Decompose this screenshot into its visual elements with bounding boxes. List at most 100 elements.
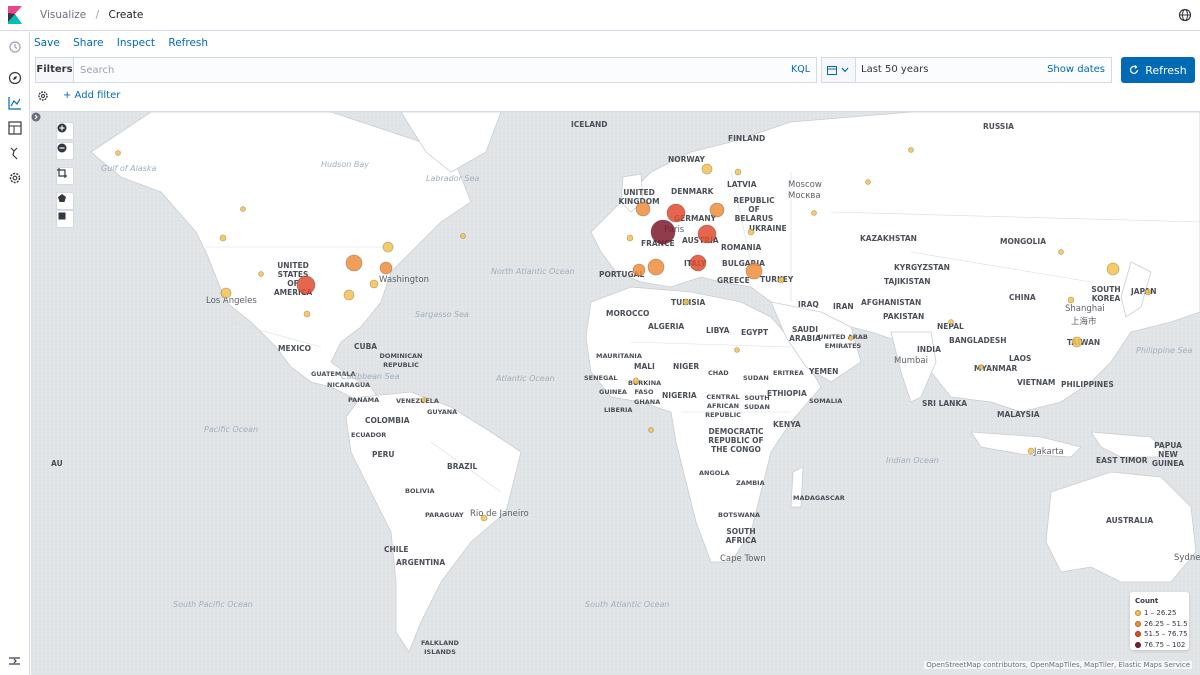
top-nav-menu: Save Share Inspect Refresh	[34, 37, 218, 49]
label-pakistan: PAKISTAN	[883, 312, 925, 321]
dock-nav-icon[interactable]	[8, 654, 22, 668]
ocean-hudson: Hudson Bay	[321, 160, 369, 169]
label-kazakhstan: KAZAKHSTAN	[860, 234, 917, 243]
dev-tools-wrench-icon[interactable]	[8, 146, 22, 160]
label-zambia: ZAMBIA	[736, 479, 765, 487]
refresh-button[interactable]: Refresh	[1121, 57, 1195, 83]
coordinate-map[interactable]: RUSSIA FINLAND ICELAND NORWAY DENMARK UN…	[31, 111, 1200, 675]
ocean-south-atlantic: South Atlantic Ocean	[585, 600, 670, 609]
discover-compass-icon[interactable]	[8, 71, 22, 85]
city-jakarta: Jakarta	[1034, 447, 1064, 457]
city-cape-town: Cape Town	[720, 554, 766, 564]
ocean-south-pacific: South Pacific Ocean	[173, 600, 253, 609]
label-kyrgyzstan: KYRGYZSTAN	[894, 263, 950, 272]
add-filter-button[interactable]: + Add filter	[63, 90, 120, 101]
city-washington: Washington	[379, 275, 429, 285]
label-denmark: DENMARK	[671, 187, 714, 196]
crop-icon	[57, 168, 67, 178]
label-morocco: MOROCCO	[606, 309, 650, 318]
legend-swatch	[1135, 641, 1141, 648]
show-dates-link[interactable]: Show dates	[1047, 64, 1105, 75]
draw-polygon-button[interactable]	[56, 192, 74, 210]
label-algeria: ALGERIA	[648, 322, 685, 331]
label-uk: UNITED KINGDOM	[618, 188, 660, 206]
share-button[interactable]: Share	[73, 37, 103, 49]
city-shanghai: Shanghai	[1065, 304, 1105, 314]
city-paris: Paris	[664, 225, 685, 235]
legend-swatch	[1135, 631, 1141, 638]
breadcrumb: Visualize / Create	[40, 9, 143, 21]
label-germany: GERMANY	[674, 214, 717, 223]
breadcrumb-visualize[interactable]: Visualize	[40, 9, 86, 21]
label-japan: JAPAN	[1131, 287, 1157, 296]
label-finland: FINLAND	[728, 134, 766, 143]
legend-item: 76.75 – 102	[1135, 640, 1186, 651]
label-austria: AUSTRIA	[682, 236, 719, 245]
draw-rectangle-button[interactable]	[56, 210, 74, 228]
ocean-indian: Indian Ocean	[886, 456, 939, 465]
label-madagascar: MADAGASCAR	[793, 494, 845, 502]
dashboard-icon[interactable]	[8, 121, 22, 135]
label-venezuela: VENEZUELA	[396, 397, 439, 405]
visualize-chart-icon[interactable]	[8, 96, 22, 110]
inspect-button[interactable]: Inspect	[117, 37, 155, 49]
label-uae: UNITED ARAB EMIRATES	[818, 333, 868, 350]
date-range-text[interactable]: Last 50 years	[861, 64, 928, 75]
label-bulgaria: BULGARIA	[722, 259, 765, 268]
zoom-in-button[interactable]	[56, 122, 74, 140]
zoom-out-button[interactable]	[56, 142, 74, 160]
legend-label: 76.75 – 102	[1144, 640, 1186, 649]
map-attribution[interactable]: OpenStreetMap contributors, OpenMapTiles…	[924, 661, 1192, 669]
label-au: AU	[51, 459, 63, 468]
label-botswana: BOTSWANA	[718, 511, 760, 519]
label-sri-lanka: SRI LANKA	[922, 399, 968, 408]
recent-clock-icon[interactable]	[8, 40, 22, 54]
label-brazil: BRAZIL	[447, 462, 478, 471]
kql-toggle[interactable]: KQL	[791, 64, 810, 75]
label-niger: NIGER	[673, 362, 700, 371]
filter-options-gear-icon[interactable]	[37, 90, 49, 102]
label-eritrea: ERITREA	[773, 369, 804, 377]
label-belarus: REPUBLIC OF BELARUS	[733, 196, 775, 223]
fit-bounds-button[interactable]	[56, 167, 74, 185]
help-globe-icon[interactable]	[1178, 8, 1192, 22]
label-kenya: KENYA	[773, 420, 801, 429]
label-norway: NORWAY	[668, 155, 705, 164]
label-nicaragua: NICARAGUA	[327, 381, 371, 389]
label-argentina: ARGENTINA	[396, 558, 446, 567]
legend-label: 1 – 26.25	[1144, 609, 1177, 618]
city-shanghai-cn: 上海市	[1071, 317, 1097, 327]
kibana-logo-icon[interactable]	[6, 6, 24, 24]
refresh-icon	[1130, 65, 1139, 74]
label-ghana: GHANA	[634, 398, 661, 406]
refresh-link[interactable]: Refresh	[168, 37, 208, 49]
label-usa: UNITED STATES OF AMERICA	[273, 261, 313, 297]
label-romania: ROMANIA	[721, 243, 762, 252]
label-guinea: GUINEA	[599, 388, 627, 396]
label-car: CENTRAL AFRICAN REPUBLIC	[705, 393, 741, 419]
label-greece: GREECE	[717, 276, 750, 285]
city-sydney: Sydne	[1174, 553, 1200, 563]
label-italy: ITALY	[684, 259, 707, 268]
search-input[interactable]	[76, 59, 776, 81]
label-angola: ANGOLA	[699, 469, 730, 477]
label-taiwan: TAIWAN	[1067, 338, 1101, 347]
label-burkina: BURKINA FASO	[628, 379, 662, 396]
label-laos: LAOS	[1009, 354, 1032, 363]
label-ethiopia: ETHIOPIA	[767, 389, 807, 398]
ocean-caribbean: Caribbean Sea	[341, 372, 400, 381]
sidebar-collapse-icon[interactable]	[31, 112, 41, 122]
label-india: INDIA	[917, 345, 941, 354]
label-latvia: LATVIA	[727, 180, 757, 189]
management-gear-icon[interactable]	[8, 171, 22, 185]
ocean-north-atlantic: North Atlantic Ocean	[491, 267, 575, 276]
save-button[interactable]: Save	[34, 37, 60, 49]
label-ukraine: UKRAINE	[749, 224, 787, 233]
legend-swatch	[1135, 620, 1141, 627]
calendar-icon	[827, 66, 837, 75]
label-bolivia: BOLIVIA	[405, 487, 435, 495]
label-portugal: PORTUGAL	[599, 270, 645, 279]
filters-label: Filters	[36, 58, 74, 82]
quick-date-menu[interactable]	[822, 58, 856, 82]
label-chad: CHAD	[708, 369, 729, 377]
